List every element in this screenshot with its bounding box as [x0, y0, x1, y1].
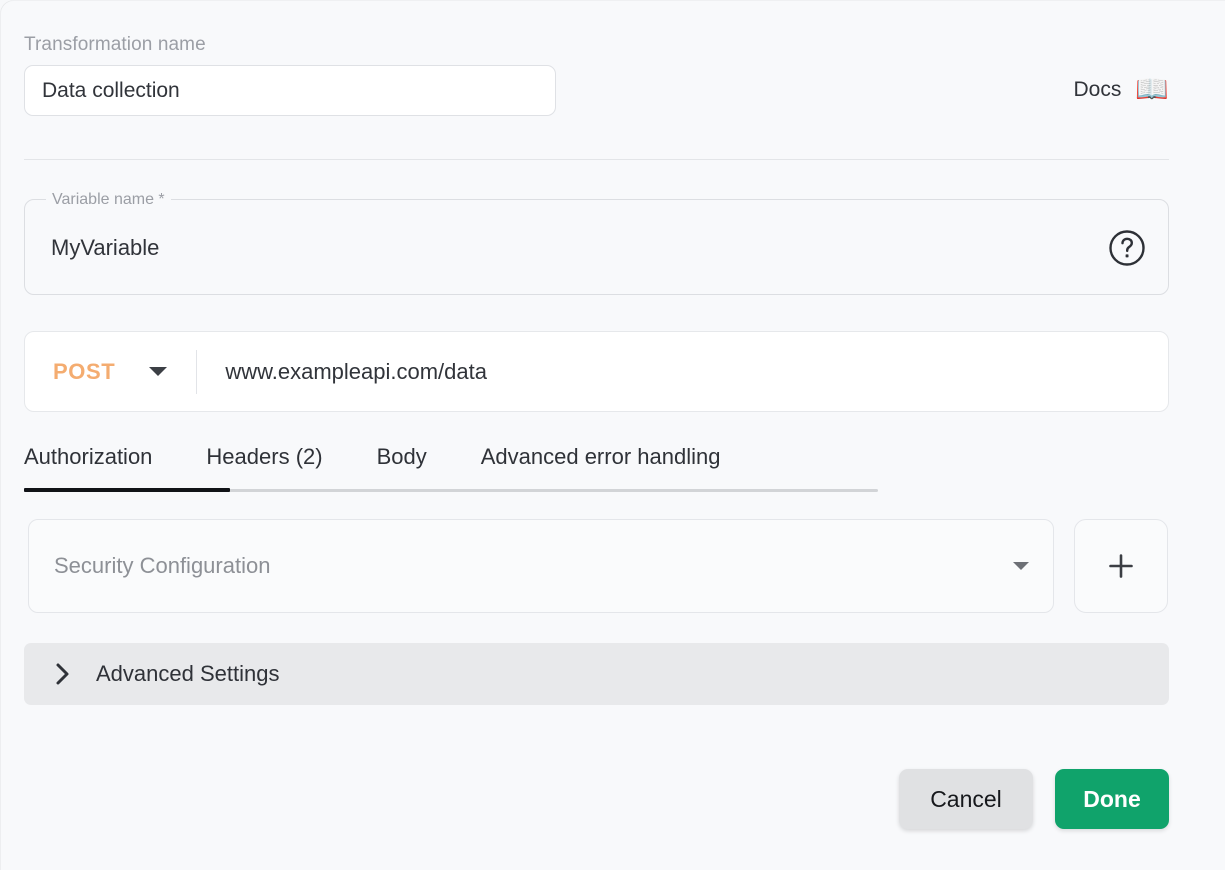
done-button[interactable]: Done [1055, 769, 1169, 829]
security-configuration-select[interactable]: Security Configuration [28, 519, 1054, 613]
active-tab-indicator [24, 488, 230, 492]
chevron-down-icon [1013, 562, 1029, 570]
request-url-row: POST [24, 331, 1169, 412]
variable-name-input[interactable] [51, 228, 1071, 268]
transformation-name-input[interactable] [24, 65, 556, 116]
advanced-settings-label: Advanced Settings [96, 661, 280, 686]
variable-name-label: Variable name * [46, 190, 171, 210]
transformation-name-label: Transformation name [24, 34, 206, 55]
tab-advanced-error-handling[interactable]: Advanced error handling [481, 444, 721, 484]
chevron-right-icon [56, 663, 69, 685]
http-method-select[interactable]: POST [25, 358, 168, 385]
question-circle-icon[interactable] [1106, 227, 1148, 269]
chevron-down-icon [149, 367, 168, 376]
tab-body[interactable]: Body [377, 444, 427, 484]
advanced-settings-accordion[interactable]: Advanced Settings [24, 643, 1169, 705]
tab-headers[interactable]: Headers (2) [206, 444, 322, 484]
request-url-input[interactable] [225, 358, 1148, 385]
request-tabs: Authorization Headers (2) Body Advanced … [24, 444, 878, 492]
security-configuration-placeholder: Security Configuration [54, 553, 271, 578]
add-security-configuration-button[interactable] [1074, 519, 1168, 613]
http-method-value: POST [53, 358, 116, 384]
transformation-editor-panel: Transformation name Docs 📖 Variable name… [0, 0, 1225, 870]
docs-label: Docs [1073, 77, 1122, 101]
docs-link[interactable]: Docs 📖 [1074, 76, 1169, 103]
method-url-divider [196, 349, 198, 394]
header-row: Transformation name Docs 📖 [24, 34, 1169, 130]
open-book-icon: 📖 [1135, 74, 1169, 104]
tab-authorization[interactable]: Authorization [24, 444, 152, 484]
cancel-button[interactable]: Cancel [899, 769, 1033, 829]
plus-icon [1109, 554, 1133, 578]
variable-name-field[interactable]: Variable name * [24, 190, 1169, 295]
section-divider [24, 159, 1169, 160]
